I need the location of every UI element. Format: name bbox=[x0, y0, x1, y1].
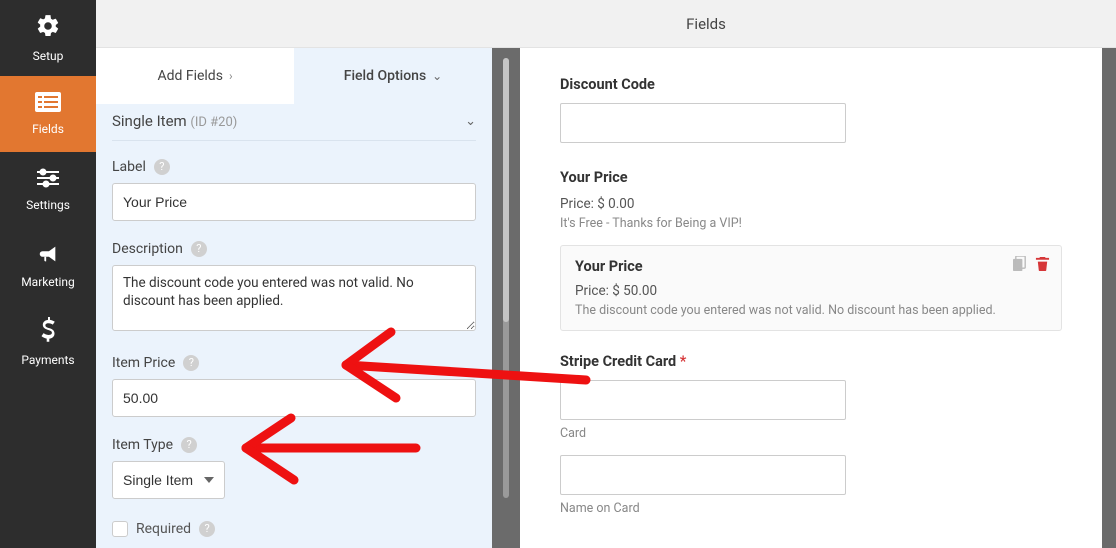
field-id: (ID #20) bbox=[190, 115, 237, 130]
help-icon[interactable]: ? bbox=[181, 437, 197, 453]
field-heading[interactable]: Single Item (ID #20) ⌄ bbox=[112, 104, 476, 141]
item-type-select[interactable]: Single Item bbox=[112, 461, 225, 499]
duplicate-icon[interactable] bbox=[1013, 256, 1029, 272]
form-preview-panel: Discount Code Your Price Price: $ 0.00 I… bbox=[520, 48, 1102, 548]
your-price-label-2: Your Price bbox=[575, 258, 1047, 275]
scrollbar-thumb[interactable] bbox=[503, 58, 509, 322]
top-header: Fields bbox=[96, 0, 1116, 48]
nav-label: Payments bbox=[21, 353, 74, 367]
tab-label: Field Options bbox=[344, 68, 426, 84]
description-label: Description bbox=[112, 241, 183, 257]
card-under-label: Card bbox=[560, 426, 1062, 441]
required-asterisk: * bbox=[676, 353, 686, 370]
nav-item-setup[interactable]: Setup bbox=[0, 0, 96, 76]
item-type-label: Item Type bbox=[112, 437, 173, 453]
field-options-panel: Add Fields › Field Options ⌄ Single Item… bbox=[96, 48, 492, 548]
price-text-1: Price: $ 0.00 bbox=[560, 196, 1062, 212]
tab-field-options[interactable]: Field Options ⌄ bbox=[294, 48, 492, 104]
nav-item-payments[interactable]: Payments bbox=[0, 304, 96, 380]
price-desc-2: The discount code you entered was not va… bbox=[575, 303, 1047, 318]
your-price-label-1: Your Price bbox=[560, 169, 1062, 186]
stripe-card-label: Stripe Credit Card * bbox=[560, 353, 1062, 370]
page-title: Fields bbox=[296, 15, 1116, 33]
description-input[interactable]: The discount code you entered was not va… bbox=[112, 265, 476, 331]
nav-label: Marketing bbox=[21, 275, 75, 289]
name-under-label: Name on Card bbox=[560, 501, 1062, 516]
required-checkbox[interactable] bbox=[112, 521, 128, 537]
tab-add-fields[interactable]: Add Fields › bbox=[96, 48, 294, 104]
nav-item-marketing[interactable]: Marketing bbox=[0, 228, 96, 304]
price-desc-1: It's Free - Thanks for Being a VIP! bbox=[560, 216, 1062, 231]
help-icon[interactable]: ? bbox=[199, 521, 215, 537]
nav-sidebar: Setup Fields Settings Marketing Payments bbox=[0, 0, 96, 548]
help-icon[interactable]: ? bbox=[154, 159, 170, 175]
nav-label: Fields bbox=[32, 122, 64, 136]
dollar-icon bbox=[39, 317, 57, 347]
field-type-name: Single Item bbox=[112, 112, 187, 130]
chevron-down-icon[interactable]: ⌄ bbox=[465, 114, 476, 129]
editor-divider bbox=[492, 48, 520, 548]
discount-code-input[interactable] bbox=[560, 103, 846, 143]
chevron-down-icon: ⌄ bbox=[432, 69, 442, 83]
help-icon[interactable]: ? bbox=[191, 241, 207, 257]
help-icon[interactable]: ? bbox=[183, 355, 199, 371]
card-number-input[interactable] bbox=[560, 380, 846, 420]
gear-icon bbox=[35, 13, 61, 43]
item-price-label: Item Price bbox=[112, 355, 175, 371]
required-label: Required bbox=[136, 521, 191, 537]
tab-label: Add Fields bbox=[157, 68, 223, 84]
item-price-input[interactable] bbox=[112, 379, 476, 417]
nav-label: Setup bbox=[33, 49, 64, 63]
name-on-card-input[interactable] bbox=[560, 455, 846, 495]
discount-code-label: Discount Code bbox=[560, 76, 1062, 93]
label-input[interactable] bbox=[112, 183, 476, 221]
selected-field-preview[interactable]: Your Price Price: $ 50.00 The discount c… bbox=[560, 245, 1062, 331]
scrollbar-track[interactable] bbox=[503, 58, 509, 498]
label-label: Label bbox=[112, 159, 146, 175]
form-icon bbox=[35, 92, 61, 116]
trash-icon[interactable] bbox=[1035, 256, 1051, 272]
chevron-right-icon: › bbox=[229, 69, 233, 83]
megaphone-icon bbox=[35, 243, 61, 269]
sliders-icon bbox=[35, 168, 61, 192]
price-text-2: Price: $ 50.00 bbox=[575, 283, 1047, 299]
nav-item-fields[interactable]: Fields bbox=[0, 76, 96, 152]
nav-item-settings[interactable]: Settings bbox=[0, 152, 96, 228]
nav-label: Settings bbox=[26, 198, 70, 212]
